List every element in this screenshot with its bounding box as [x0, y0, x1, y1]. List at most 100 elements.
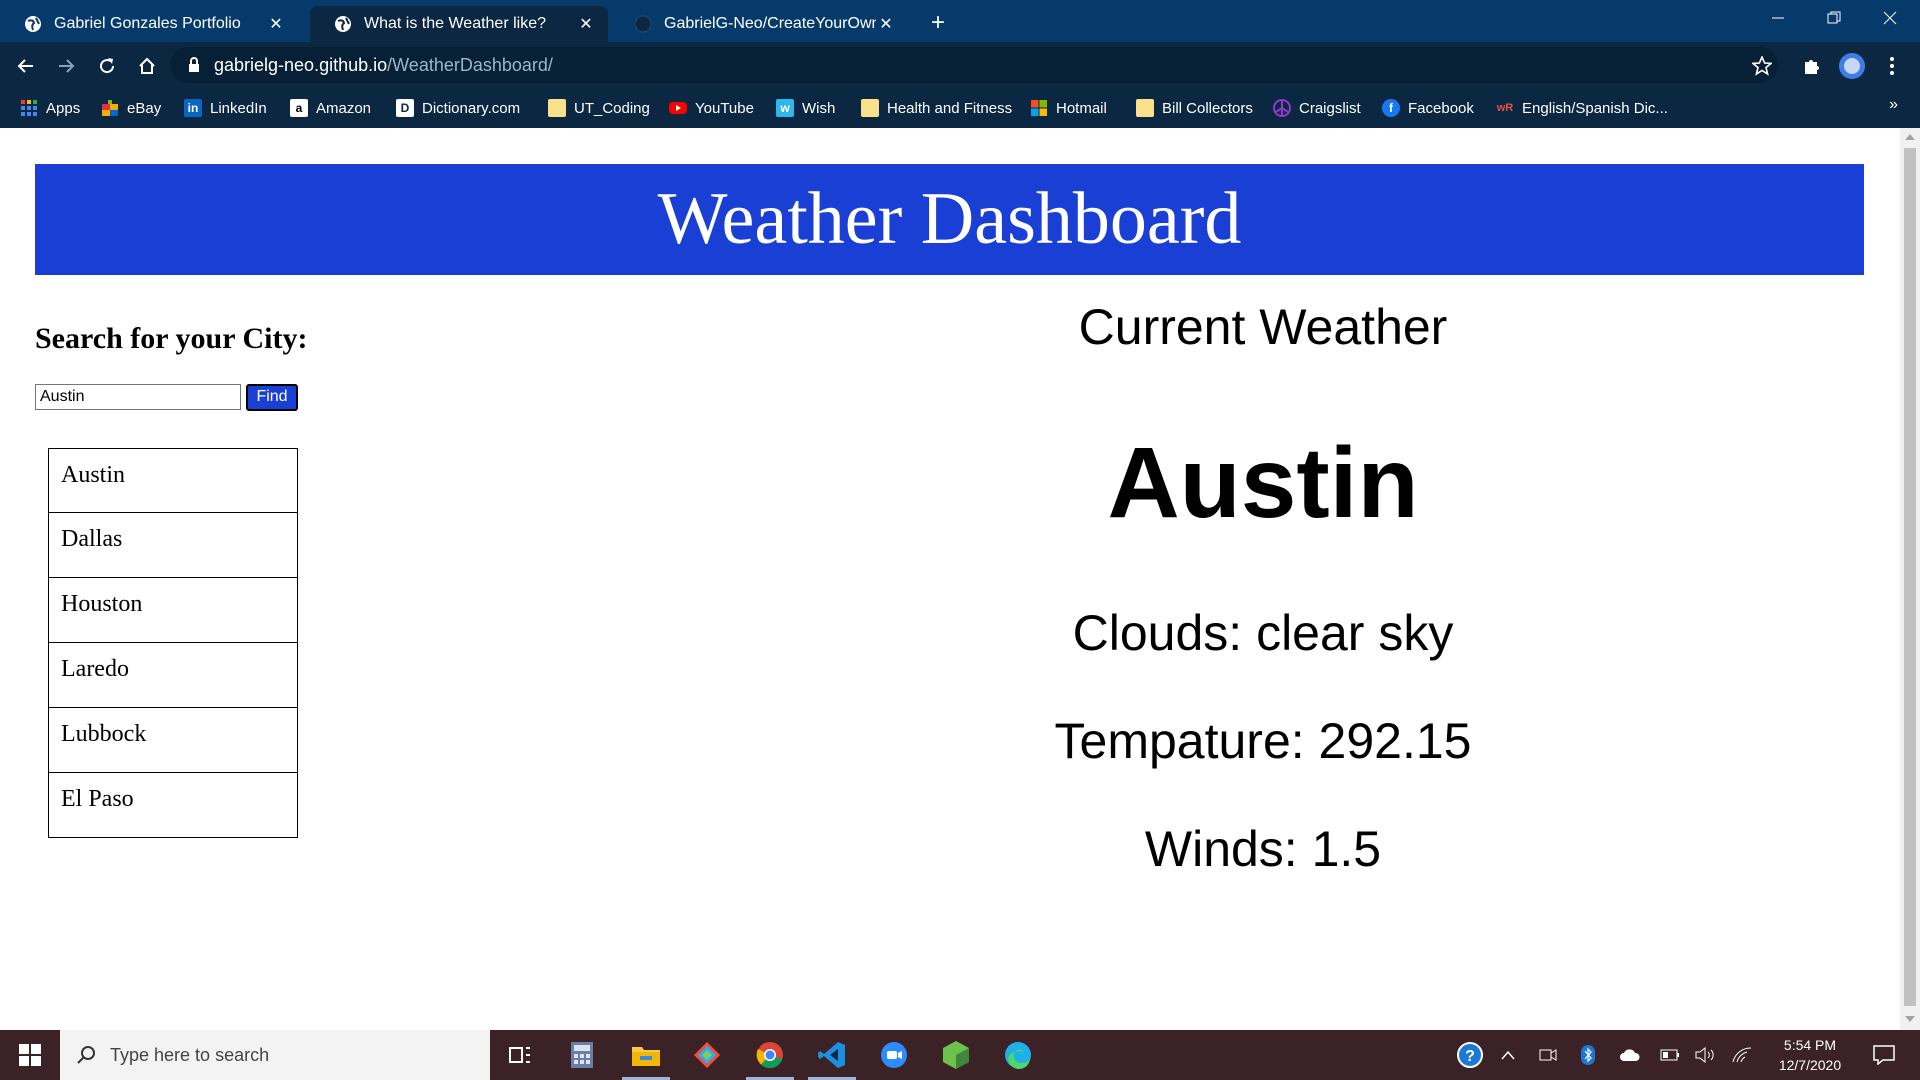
help-tray-button[interactable]: ? — [1452, 1030, 1488, 1080]
city-search-input[interactable] — [35, 384, 241, 410]
wifi-button[interactable] — [1730, 1030, 1754, 1080]
notifications-button[interactable] — [1864, 1030, 1904, 1080]
bookmark-label: Hotmail — [1056, 99, 1107, 117]
forward-arrow-icon — [59, 59, 75, 73]
address-bar[interactable]: gabrielg-neo.github.io/WeatherDashboard/ — [170, 47, 1778, 83]
edge-app[interactable] — [990, 1030, 1046, 1080]
menu-button[interactable] — [1876, 50, 1908, 82]
temperature-text: Tempature: 292.15 — [1054, 713, 1472, 769]
scrollbar-thumb[interactable] — [1904, 148, 1916, 1006]
wish-icon: w — [776, 99, 794, 117]
city-item-dallas[interactable]: Dallas — [48, 513, 298, 578]
show-hidden-icons-button[interactable] — [1496, 1030, 1520, 1080]
chrome-app[interactable] — [742, 1030, 798, 1080]
file-explorer-app[interactable] — [618, 1030, 674, 1080]
start-button[interactable] — [0, 1030, 60, 1080]
youtube-icon — [669, 102, 687, 114]
minimize-button[interactable] — [1750, 0, 1806, 36]
meet-now-button[interactable] — [1536, 1030, 1560, 1080]
bookmarks-bar: Apps eBay in LinkedIn a Amazon D Diction… — [0, 88, 1920, 128]
reload-button[interactable] — [91, 50, 123, 82]
battery-button[interactable] — [1658, 1030, 1682, 1080]
bookmark-label: Dictionary.com — [422, 99, 521, 117]
folder-icon — [632, 1047, 660, 1066]
close-tab-icon[interactable]: ✕ — [576, 14, 596, 34]
new-tab-button[interactable]: + — [922, 8, 954, 40]
bookmark-english-spanish[interactable]: wR English/Spanish Dic... — [1496, 96, 1668, 120]
lock-icon — [189, 57, 199, 72]
calculator-app[interactable] — [554, 1030, 610, 1080]
task-view-button[interactable] — [492, 1030, 548, 1080]
git-app[interactable] — [679, 1030, 735, 1080]
bookmark-youtube[interactable]: YouTube — [669, 96, 754, 120]
url-path: /WeatherDashboard/ — [387, 54, 553, 75]
puzzle-icon — [1805, 60, 1819, 74]
scroll-up-icon[interactable] — [1905, 134, 1915, 140]
tab-github[interactable]: GabrielG-Neo/CreateYourOwnPa ✕ — [610, 6, 908, 42]
clock-date: 12/7/2020 — [1778, 1057, 1842, 1073]
notification-icon — [1873, 1045, 1895, 1065]
bookmark-linkedin[interactable]: in LinkedIn — [184, 96, 267, 120]
city-item-austin[interactable]: Austin — [48, 448, 298, 513]
bluetooth-button[interactable] — [1578, 1030, 1598, 1080]
cloud-icon — [1620, 1049, 1640, 1061]
bookmark-hotmail[interactable]: Hotmail — [1030, 96, 1107, 120]
city-item-laredo[interactable]: Laredo — [48, 643, 298, 708]
more-bookmarks-button[interactable]: » — [1889, 96, 1898, 114]
chrome-icon — [756, 1042, 783, 1069]
github-icon — [634, 15, 652, 33]
bookmark-craigslist[interactable]: Craigslist — [1273, 96, 1361, 120]
bookmark-ut-coding[interactable]: UT_Coding — [548, 96, 650, 120]
close-icon — [1883, 11, 1897, 25]
vscode-app[interactable] — [804, 1030, 860, 1080]
close-tab-icon[interactable]: ✕ — [876, 14, 896, 34]
tab-title: What is the Weather like? — [364, 15, 547, 32]
restore-button[interactable] — [1806, 0, 1862, 36]
bookmark-ebay[interactable]: eBay — [101, 96, 161, 120]
windows-taskbar: Type here to search ? 5:54 PM 12/7/2020 — [0, 1030, 1920, 1080]
profile-button[interactable] — [1836, 50, 1868, 82]
tab-weather[interactable]: What is the Weather like? ✕ — [310, 6, 608, 42]
bookmark-label: Wish — [802, 99, 836, 117]
winds-text: Winds: 1.5 — [1144, 821, 1382, 877]
bookmark-apps[interactable]: Apps — [20, 96, 80, 120]
node-app[interactable] — [928, 1030, 984, 1080]
taskbar-search-box[interactable]: Type here to search — [60, 1030, 490, 1080]
search-icon — [77, 1046, 95, 1064]
close-tab-icon[interactable]: ✕ — [266, 14, 286, 34]
bookmark-label: LinkedIn — [210, 99, 267, 117]
bookmark-facebook[interactable]: f Facebook — [1382, 96, 1474, 120]
city-item-el-paso[interactable]: El Paso — [48, 773, 298, 838]
browser-toolbar: gabrielg-neo.github.io/WeatherDashboard/ — [0, 42, 1920, 88]
tab-portfolio[interactable]: Gabriel Gonzales Portfolio ✕ — [0, 6, 298, 42]
bookmark-label: Apps — [46, 99, 81, 117]
city-item-lubbock[interactable]: Lubbock — [48, 708, 298, 773]
star-icon — [1752, 56, 1772, 76]
close-window-button[interactable] — [1862, 0, 1918, 36]
bookmark-label: Bill Collectors — [1162, 99, 1253, 117]
extensions-button[interactable] — [1796, 50, 1828, 82]
city-item-houston[interactable]: Houston — [48, 578, 298, 643]
back-button[interactable] — [10, 50, 42, 82]
bookmark-health-fitness[interactable]: Health and Fitness — [861, 96, 1012, 120]
bookmark-dictionary[interactable]: D Dictionary.com — [396, 96, 520, 120]
zoom-app[interactable] — [866, 1030, 922, 1080]
bookmark-star-button[interactable] — [1746, 50, 1778, 82]
reload-icon — [100, 58, 115, 74]
find-button[interactable]: Find — [246, 384, 298, 411]
taskbar-clock[interactable]: 5:54 PM 12/7/2020 — [1760, 1035, 1860, 1075]
onedrive-button[interactable] — [1616, 1030, 1644, 1080]
amazon-icon: a — [290, 99, 308, 117]
volume-button[interactable] — [1694, 1030, 1718, 1080]
bookmark-bill-collectors[interactable]: Bill Collectors — [1136, 96, 1253, 120]
bookmark-amazon[interactable]: a Amazon — [290, 96, 371, 120]
vertical-scrollbar[interactable] — [1900, 128, 1920, 1030]
home-button[interactable] — [131, 50, 163, 82]
bookmark-wish[interactable]: w Wish — [776, 96, 835, 120]
profile-avatar-icon — [1839, 53, 1865, 79]
forward-button[interactable] — [50, 50, 82, 82]
windows-logo-icon — [19, 1044, 41, 1066]
scroll-down-icon[interactable] — [1905, 1016, 1915, 1022]
tab-title: GabrielG-Neo/CreateYourOwnPa — [664, 15, 876, 32]
home-icon — [139, 57, 155, 74]
